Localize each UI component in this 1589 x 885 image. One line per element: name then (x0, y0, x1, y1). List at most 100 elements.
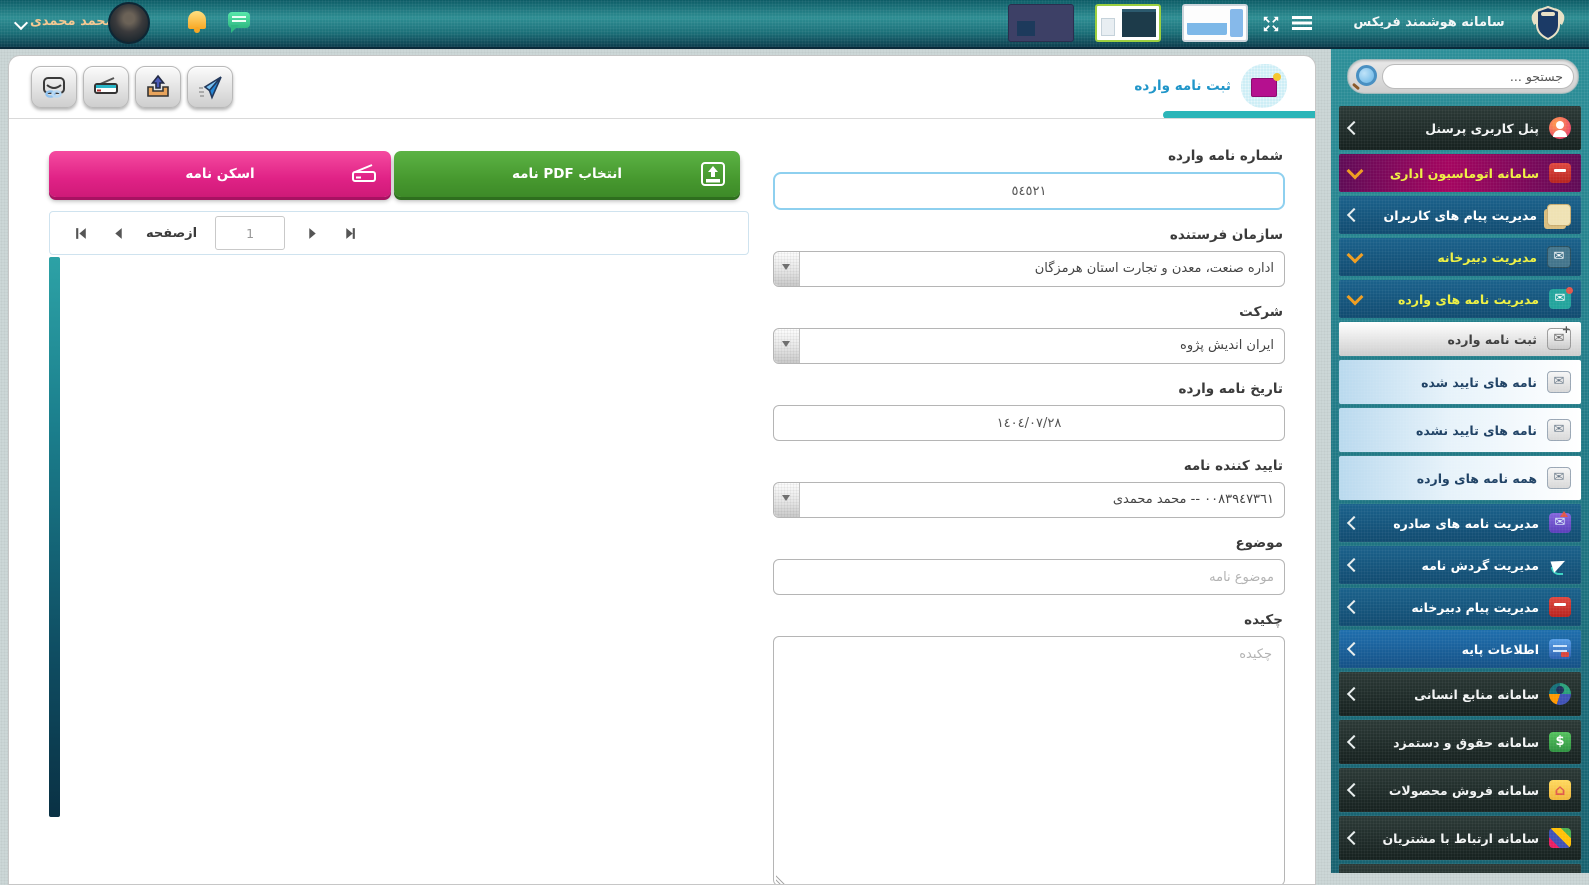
letter-number-input[interactable] (773, 172, 1285, 210)
dropdown-arrow-icon[interactable] (774, 483, 800, 517)
window-preview-2[interactable] (1095, 4, 1161, 42)
last-page-icon[interactable] (340, 224, 359, 243)
page-navigator: ازصفحه (49, 211, 749, 255)
chevron-left-icon (1347, 516, 1361, 530)
dropdown-arrow-icon[interactable] (774, 329, 800, 363)
document-panel: اسکن نامه انتخاب PDF نامه (49, 151, 749, 817)
card-header: ثبت نامه وارده (9, 56, 1315, 120)
first-page-icon[interactable] (72, 224, 91, 243)
sidebar-item-user-messages[interactable]: مدیریت پیام های کاربران (1339, 196, 1581, 234)
document-preview (49, 257, 749, 817)
next-page-icon[interactable] (303, 224, 322, 243)
tab-label: ثبت نامه وارده (1134, 78, 1231, 94)
sidebar-item-hr-system[interactable]: سامانه منابع انسانی (1339, 672, 1581, 716)
company-select[interactable]: ایران اندیش پژوه (773, 328, 1285, 364)
preview-scrollbar[interactable] (49, 257, 60, 817)
choose-pdf-button[interactable]: انتخاب PDF نامه (394, 151, 740, 197)
subject-label: موضوع (773, 535, 1283, 551)
secretariat-mailbox-icon (1549, 597, 1571, 617)
send-button[interactable] (187, 66, 233, 108)
main-card: ثبت نامه وارده اسکن نامه انتخاب PDF نامه (8, 55, 1316, 885)
letter-image-icon (1241, 64, 1287, 108)
mail-link-button[interactable] (31, 66, 77, 108)
database-icon (1549, 639, 1571, 659)
field-company: شرکت ایران اندیش پژوه (773, 304, 1285, 364)
approver-select[interactable]: ٠٠٨٣٩٤٧٣٦١ -- محمد محمدی (773, 482, 1285, 518)
scan-letter-button[interactable]: اسکن نامه (49, 151, 391, 197)
sidebar-item-base-info[interactable]: اطلاعات پایه (1339, 630, 1581, 668)
user-messages-icon (1547, 204, 1571, 226)
abstract-textarea[interactable] (773, 636, 1285, 885)
window-preview-3[interactable] (1182, 4, 1248, 42)
field-approver: تایید کننده نامه ٠٠٨٣٩٤٧٣٦١ -- محمد محمد… (773, 458, 1285, 518)
company-value: ایران اندیش پژوه (808, 329, 1274, 363)
winged-shield-logo (1526, 2, 1570, 48)
chevron-left-icon (1347, 831, 1361, 845)
sidebar-item-approved-letters[interactable]: نامه های تایید شده (1339, 360, 1581, 404)
sidebar-item-payroll-system[interactable]: سامانه حقوق و دستمزد (1339, 720, 1581, 764)
sender-org-select[interactable]: اداره صنعت، معدن و تجارت استان هرمزگان (773, 251, 1285, 287)
menu-icon[interactable] (1292, 16, 1312, 30)
app-title: سامانه هوشمند فریکس (1349, 15, 1509, 30)
letter-flow-icon (1549, 555, 1571, 575)
mailbox-icon (1549, 163, 1571, 183)
sidebar-item-incoming-letters[interactable]: مدیریت نامه های وارده (1339, 280, 1581, 318)
search-input[interactable] (1382, 64, 1574, 89)
toolbar (31, 66, 233, 108)
letter-date-input[interactable] (773, 405, 1285, 441)
sidebar: پنل کاربری پرسنل سامانه اتوماسیون اداری … (1331, 49, 1589, 873)
field-abstract: چکیده (773, 612, 1285, 885)
subject-input[interactable] (773, 559, 1285, 595)
user-name[interactable]: محمد محمدی (30, 14, 114, 29)
search-icon (1356, 65, 1377, 86)
outbox-letters-icon (1549, 513, 1571, 533)
expand-icon[interactable] (1262, 15, 1280, 33)
sidebar-item-personnel-panel[interactable]: پنل کاربری پرسنل (1339, 106, 1581, 150)
sidebar-item-letter-flow[interactable]: مدیریت گردش نامه (1339, 546, 1581, 584)
chevron-left-icon (1347, 642, 1361, 656)
crm-icon (1549, 828, 1571, 848)
sidebar-item-register-incoming-letter[interactable]: ثبت نامه وارده (1339, 322, 1581, 356)
sidebar-item-sales-system[interactable]: سامانه فروش محصولات (1339, 768, 1581, 812)
prev-page-icon[interactable] (109, 224, 128, 243)
sidebar-item-secretariat-messages[interactable]: مدیریت پیام دبیرخانه (1339, 588, 1581, 626)
abstract-label: چکیده (773, 612, 1283, 628)
chevron-down-icon (1347, 163, 1364, 180)
upload-pdf-icon (698, 159, 728, 193)
sidebar-item-outgoing-letters[interactable]: مدیریت نامه های صادره (1339, 504, 1581, 542)
sidebar-item-office-automation[interactable]: سامانه اتوماسیون اداری (1339, 154, 1581, 192)
tab-register-incoming-letter[interactable]: ثبت نامه وارده (1134, 64, 1287, 108)
sidebar-item-unapproved-letters[interactable]: نامه های تایید نشده (1339, 408, 1581, 452)
field-letter-number: شماره نامه وارده (773, 148, 1285, 210)
sidebar-item-fleet-system[interactable]: سامانه ناوگان حمل و نقل (1339, 864, 1581, 873)
sidebar-item-all-incoming-letters[interactable]: همه نامه های وارده (1339, 456, 1581, 500)
approver-label: تایید کننده نامه (773, 458, 1283, 474)
sidebar-item-crm-system[interactable]: سامانه ارتباط با مشتریان (1339, 816, 1581, 860)
bell-icon[interactable] (188, 11, 206, 29)
letter-form: شماره نامه وارده سازمان فرستنده اداره صن… (773, 148, 1285, 885)
avatar[interactable] (108, 2, 150, 44)
chevron-down-icon (1347, 247, 1364, 264)
company-label: شرکت (773, 304, 1283, 320)
letter-number-label: شماره نامه وارده (773, 148, 1283, 164)
page-label: ازصفحه (146, 226, 197, 241)
chevron-down-icon (1347, 289, 1364, 306)
person-icon (1549, 117, 1571, 139)
window-preview-1[interactable] (1008, 4, 1074, 42)
chat-icon[interactable] (228, 12, 250, 28)
sidebar-menu: پنل کاربری پرسنل سامانه اتوماسیون اداری … (1331, 106, 1589, 873)
chevron-left-icon (1347, 558, 1361, 572)
field-subject: موضوع (773, 535, 1285, 595)
chevron-left-icon (1347, 735, 1361, 749)
field-letter-date: تاریخ نامه وارده (773, 381, 1285, 441)
payroll-icon (1549, 732, 1571, 752)
upload-button[interactable] (135, 66, 181, 108)
dropdown-arrow-icon[interactable] (774, 252, 800, 286)
inbox-letters-icon (1549, 289, 1571, 309)
page-number-input[interactable] (215, 216, 285, 250)
chevron-down-icon[interactable] (14, 16, 28, 30)
hr-icon (1549, 683, 1571, 705)
scanner-button[interactable] (83, 66, 129, 108)
sidebar-item-secretariat[interactable]: مدیریت دبیرخانه (1339, 238, 1581, 276)
secretariat-monitor-icon (1547, 246, 1571, 268)
